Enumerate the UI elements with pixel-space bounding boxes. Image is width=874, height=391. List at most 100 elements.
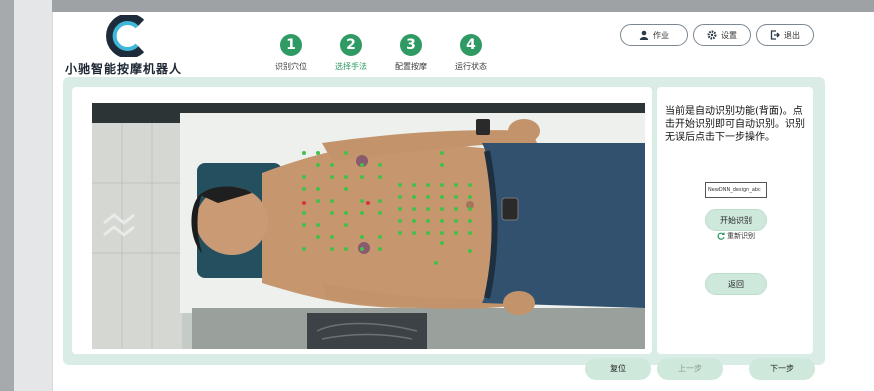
model-select[interactable]: NewDNN_design_abc bbox=[705, 182, 767, 198]
acupoint-marker bbox=[440, 207, 444, 211]
acupoint-marker bbox=[330, 199, 334, 203]
acupoint-marker bbox=[330, 211, 334, 215]
acupoint-marker bbox=[316, 223, 320, 227]
camera-view-frame bbox=[72, 87, 652, 354]
acupoint-marker bbox=[398, 195, 402, 199]
acupoint-marker bbox=[454, 183, 458, 187]
step-3[interactable]: 3 配置按摩 bbox=[381, 34, 441, 72]
step-2[interactable]: 2 选择手法 bbox=[321, 34, 381, 72]
acupoint-marker bbox=[316, 151, 320, 155]
logout-button[interactable]: 退出 bbox=[756, 24, 814, 46]
acupoint-marker bbox=[440, 183, 444, 187]
acupoint-marker bbox=[454, 207, 458, 211]
step-label: 运行状态 bbox=[455, 62, 487, 71]
acupoint-marker bbox=[468, 207, 472, 211]
acupoint-marker-selected bbox=[302, 201, 306, 205]
settings-button-label: 设置 bbox=[721, 30, 737, 40]
app-window: 小驰智能按摩机器人 1 识别穴位 2 选择手法 3 配置按摩 4 运行状态 作业… bbox=[52, 12, 874, 391]
acupoint-marker bbox=[440, 241, 444, 245]
acupoint-marker bbox=[360, 199, 364, 203]
acupoint-marker bbox=[468, 195, 472, 199]
refresh-label: 重新识别 bbox=[727, 232, 755, 240]
acupoint-marker bbox=[440, 231, 444, 235]
step-number: 3 bbox=[400, 34, 422, 56]
settings-button[interactable]: 设置 bbox=[693, 24, 751, 46]
acupoint-marker bbox=[302, 151, 306, 155]
acupoint-marker bbox=[412, 219, 416, 223]
step-number: 1 bbox=[280, 34, 302, 56]
user-button-label: 作业 bbox=[653, 30, 669, 40]
acupoint-marker bbox=[412, 195, 416, 199]
acupoint-marker bbox=[344, 175, 348, 179]
acupoint-marker bbox=[316, 163, 320, 167]
acupoint-marker-selected bbox=[366, 201, 370, 205]
acupoint-marker bbox=[454, 195, 458, 199]
refresh-link[interactable]: 重新识别 bbox=[717, 231, 755, 241]
refresh-icon bbox=[717, 232, 725, 240]
acupoint-marker bbox=[468, 219, 472, 223]
acupoint-marker bbox=[468, 183, 472, 187]
acupoint-marker bbox=[398, 207, 402, 211]
prev-step-button[interactable]: 上一步 bbox=[657, 358, 723, 380]
acupoint-marker bbox=[378, 211, 382, 215]
acupoint-marker bbox=[360, 247, 364, 251]
acupoint-marker bbox=[412, 183, 416, 187]
acupoint-marker bbox=[302, 247, 306, 251]
acupoint-marker bbox=[398, 183, 402, 187]
step-label: 识别穴位 bbox=[275, 62, 307, 71]
reset-button[interactable]: 复位 bbox=[585, 358, 651, 380]
acupoint-marker bbox=[378, 163, 382, 167]
acupoint-marker bbox=[454, 231, 458, 235]
logout-icon bbox=[770, 30, 780, 40]
step-label: 选择手法 bbox=[335, 62, 367, 71]
acupoint-marker bbox=[344, 223, 348, 227]
acupoint-overlay bbox=[302, 151, 472, 265]
acupoint-marker bbox=[378, 235, 382, 239]
brand-logo: 小驰智能按摩机器人 bbox=[65, 15, 205, 79]
acupoint-marker bbox=[398, 219, 402, 223]
instructions-text: 当前是自动识别功能(背面)。点击开始识别即可自动识别。识别无误后点击下一步操作。 bbox=[665, 106, 805, 143]
acupoint-marker bbox=[302, 223, 306, 227]
user-icon bbox=[639, 30, 649, 40]
acupoint-marker bbox=[302, 187, 306, 191]
acupoint-marker bbox=[440, 195, 444, 199]
acupoint-marker bbox=[344, 247, 348, 251]
acupoint-marker bbox=[302, 211, 306, 215]
gear-icon bbox=[707, 30, 717, 40]
user-button[interactable]: 作业 bbox=[620, 24, 688, 46]
step-4[interactable]: 4 运行状态 bbox=[441, 34, 501, 72]
step-number: 4 bbox=[460, 34, 482, 56]
acupoint-marker bbox=[330, 175, 334, 179]
acupoint-marker bbox=[302, 175, 306, 179]
acupoint-marker bbox=[454, 219, 458, 223]
main-panel: 当前是自动识别功能(背面)。点击开始识别即可自动识别。识别无误后点击下一步操作。… bbox=[63, 77, 825, 365]
logout-button-label: 退出 bbox=[784, 30, 800, 40]
camera-feed bbox=[92, 103, 645, 349]
acupoint-marker bbox=[360, 163, 364, 167]
acupoint-marker bbox=[360, 211, 364, 215]
step-number: 2 bbox=[340, 34, 362, 56]
acupoint-marker bbox=[468, 249, 472, 253]
back-button[interactable]: 返回 bbox=[705, 273, 767, 295]
acupoint-marker bbox=[330, 235, 334, 239]
side-panel: 当前是自动识别功能(背面)。点击开始识别即可自动识别。识别无误后点击下一步操作。… bbox=[657, 87, 813, 354]
acupoint-marker bbox=[316, 235, 320, 239]
acupoint-marker bbox=[378, 199, 382, 203]
acupoint-marker bbox=[360, 175, 364, 179]
acupoint-marker bbox=[330, 247, 334, 251]
next-step-button[interactable]: 下一步 bbox=[749, 358, 815, 380]
step-1[interactable]: 1 识别穴位 bbox=[261, 34, 321, 72]
acupoint-marker bbox=[426, 183, 430, 187]
acupoint-marker bbox=[440, 219, 444, 223]
acupoint-marker bbox=[398, 231, 402, 235]
start-recognition-button[interactable]: 开始识别 bbox=[705, 209, 767, 231]
acupoint-marker bbox=[360, 235, 364, 239]
acupoint-marker bbox=[440, 163, 444, 167]
acupoint-marker bbox=[330, 163, 334, 167]
acupoint-marker bbox=[316, 187, 320, 191]
acupoint-marker bbox=[426, 231, 430, 235]
acupoint-marker bbox=[412, 231, 416, 235]
acupoint-marker bbox=[378, 247, 382, 251]
window-edge bbox=[14, 0, 52, 391]
step-label: 配置按摩 bbox=[395, 62, 427, 71]
